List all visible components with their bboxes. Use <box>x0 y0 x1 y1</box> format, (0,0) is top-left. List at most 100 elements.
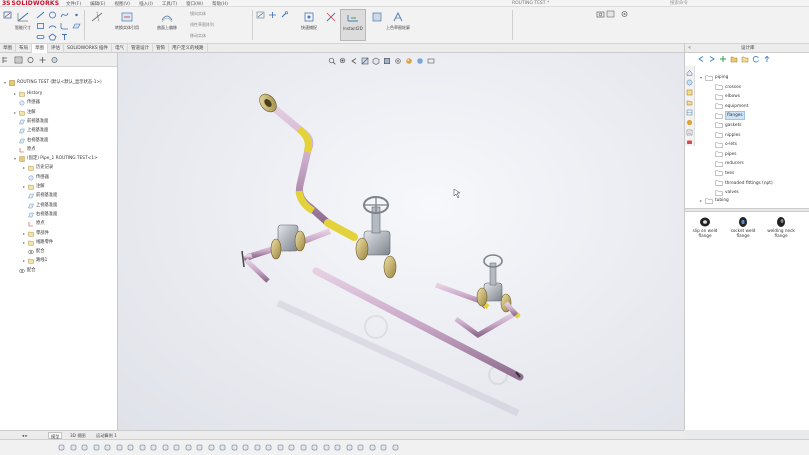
riser-pipe[interactable] <box>264 99 332 227</box>
nav-arrows[interactable]: ◂ ▸ <box>20 432 30 439</box>
flange-icon[interactable] <box>254 444 261 451</box>
tee-icon[interactable] <box>288 444 295 451</box>
menu-tools[interactable]: 工具(T) <box>162 1 177 7</box>
sketch-icon[interactable] <box>3 11 12 19</box>
property-manager-tab-icon[interactable] <box>14 56 23 64</box>
pan-icon[interactable] <box>81 444 88 451</box>
fitting-icon[interactable] <box>231 444 238 451</box>
back-icon[interactable] <box>697 55 705 63</box>
menu-insert[interactable]: 插入(I) <box>139 1 153 7</box>
view-palette-tab-icon[interactable] <box>686 109 693 116</box>
search-commands-input[interactable]: 搜索命令 <box>670 0 688 7</box>
smart-mate-icon[interactable] <box>208 444 215 451</box>
point-icon[interactable] <box>72 11 81 19</box>
tab-tubing[interactable]: 管筒 <box>153 44 170 53</box>
pane-splitter[interactable] <box>685 208 809 212</box>
view-icon[interactable] <box>58 444 65 451</box>
tab-user-defined-route[interactable]: 用户定义的线路 <box>169 44 208 53</box>
tree-item[interactable]: 原点 <box>22 220 45 228</box>
tree-item[interactable]: 配合 <box>13 267 36 275</box>
library-folder-equipment[interactable]: equipment <box>709 102 748 111</box>
forward-icon[interactable] <box>708 55 716 63</box>
bom-icon[interactable] <box>380 444 387 451</box>
appearance-icon[interactable] <box>127 444 134 451</box>
note-icon[interactable] <box>185 444 192 451</box>
part-socket-weld-flange[interactable]: socket weld flange <box>725 216 761 238</box>
part-welding-neck-flange[interactable]: welding neck flange <box>763 216 799 238</box>
tree-item[interactable]: 配合 <box>22 248 45 256</box>
camera-icon[interactable] <box>162 444 169 451</box>
reducer-icon[interactable] <box>311 444 318 451</box>
menu-file[interactable]: 文件(F) <box>66 1 81 7</box>
tree-item[interactable]: 上视基准面 <box>22 202 57 210</box>
rapid-sketch-button[interactable] <box>322 9 340 41</box>
home-tab-icon[interactable] <box>686 69 693 76</box>
expand-arrow-icon[interactable]: ▸ <box>22 257 26 265</box>
spline-icon[interactable] <box>60 11 69 19</box>
section-icon[interactable] <box>104 444 111 451</box>
smart-dimension-button[interactable]: 智能尺寸 <box>12 9 34 41</box>
graphics-area[interactable] <box>118 53 684 430</box>
feature-tree-tab-icon[interactable] <box>2 56 11 64</box>
design-library-tab-icon[interactable] <box>686 89 693 96</box>
move-entities-link[interactable]: 移动实体 <box>190 33 206 39</box>
tree-item[interactable]: 右视基准面 <box>13 137 48 145</box>
tab-motion-study[interactable]: 运动算例 1 <box>94 432 119 439</box>
display-icon[interactable] <box>116 444 123 451</box>
tab-layout[interactable]: 布局 <box>16 44 32 53</box>
tree-item[interactable]: ▸ 注解 <box>22 183 45 191</box>
linear-pattern-link[interactable]: 线性草图阵列 <box>190 22 214 28</box>
tab-3d-views[interactable]: 3D 视图 <box>68 432 88 439</box>
instant2d-button[interactable]: Instant2D <box>340 9 366 41</box>
settings-icon[interactable] <box>392 444 399 451</box>
up-level-icon[interactable] <box>763 55 771 63</box>
library-folder-pipes[interactable]: pipes <box>709 150 737 159</box>
offset-on-surface-button[interactable]: 曲面上偏移 <box>150 9 184 41</box>
display-tab-icon[interactable] <box>50 56 59 64</box>
solidworks-forum-tab-icon[interactable] <box>686 139 693 146</box>
rotate-icon[interactable] <box>93 444 100 451</box>
library-folder-threaded-fittings-npt[interactable]: threaded fittings (npt) <box>709 179 773 188</box>
gate-valve-center[interactable] <box>355 196 397 279</box>
nozzle-icon[interactable] <box>357 444 364 451</box>
circle-icon[interactable] <box>48 11 57 19</box>
tree-item[interactable]: ▸ 零部件 <box>22 230 49 238</box>
rectangle-icon[interactable] <box>36 22 45 30</box>
library-folder-reducers[interactable]: reducers <box>709 159 744 168</box>
trim-entities-button[interactable] <box>88 9 106 41</box>
library-folder-o-lets[interactable]: o-lets <box>709 140 737 149</box>
tab-model[interactable]: 模型 <box>48 432 63 439</box>
add-relation-icon[interactable] <box>268 11 277 19</box>
light-icon[interactable] <box>150 444 157 451</box>
menu-view[interactable]: 视图(V) <box>114 1 130 7</box>
tree-item[interactable]: ▸ History <box>13 90 42 98</box>
tab-addins[interactable]: SOLIDWORKS 插件 <box>64 44 113 53</box>
options-icon[interactable] <box>620 10 629 18</box>
menu-edit[interactable]: 编辑(E) <box>90 1 105 7</box>
tab-sketch[interactable]: 草图 <box>32 44 48 53</box>
library-folder-gaskets[interactable]: gaskets <box>709 121 742 130</box>
refresh-icon[interactable] <box>752 55 760 63</box>
library-folder-nipples[interactable]: nipples <box>709 131 740 140</box>
fillet-icon[interactable] <box>60 22 69 30</box>
expand-arrow-icon[interactable]: ▸ <box>13 90 17 98</box>
resources-tab-icon[interactable] <box>686 79 693 86</box>
repair-sketch-icon[interactable] <box>280 11 289 19</box>
tree-item[interactable]: 前视基准面 <box>13 118 48 126</box>
scene-icon[interactable] <box>139 444 146 451</box>
plane-icon[interactable] <box>72 22 81 30</box>
expand-arrow-icon[interactable]: ▸ <box>22 164 26 172</box>
expand-arrow-icon[interactable]: ▸ <box>22 239 26 247</box>
slot-icon[interactable] <box>36 33 45 41</box>
weld-icon[interactable] <box>346 444 353 451</box>
tree-item[interactable]: 右视基准面 <box>22 211 57 219</box>
add-to-library-icon[interactable] <box>719 55 727 63</box>
tree-item[interactable]: 上视基准面 <box>13 127 48 135</box>
create-folder-icon[interactable] <box>741 55 749 63</box>
library-folder-crosses[interactable]: crosses <box>709 83 741 92</box>
cap-icon[interactable] <box>300 444 307 451</box>
expand-arrow-icon[interactable]: ▾ <box>13 155 17 163</box>
tab-piping[interactable]: 管道设计 <box>128 44 154 53</box>
bolt-icon[interactable] <box>334 444 341 451</box>
tab-sketch-1[interactable]: 草图 <box>0 44 16 53</box>
